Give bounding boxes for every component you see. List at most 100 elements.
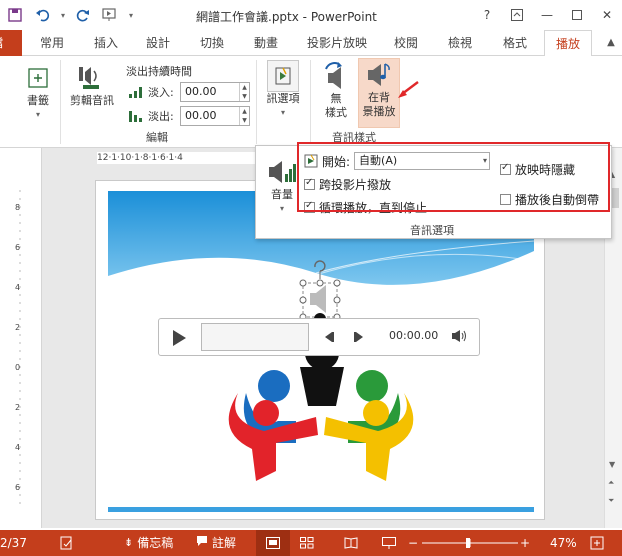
fade-out-input[interactable]: 00.00 ▲ ▼	[180, 106, 250, 126]
tab-animations[interactable]: 動畫	[244, 30, 288, 56]
maximize-icon[interactable]	[562, 0, 592, 30]
group-separator	[310, 60, 311, 144]
play-in-background-icon	[363, 59, 395, 91]
horizontal-ruler: 12·1·10·1·8·1·6·1·4	[97, 152, 267, 164]
volume-dropdown-icon: ▾	[279, 204, 284, 213]
fit-to-window-icon[interactable]	[590, 530, 604, 556]
quick-access-toolbar: ▾ ▾	[2, 4, 136, 26]
people-logo	[228, 336, 414, 481]
spellcheck-icon[interactable]	[60, 530, 74, 556]
step-back-icon[interactable]	[323, 331, 335, 346]
fade-out-row: 淡出:	[128, 108, 174, 124]
slide-counter: 2/37	[0, 530, 27, 556]
status-bar: 2/37 ⇟ 備忘稿 註解 − + 47%	[0, 530, 622, 556]
fade-out-value: 00.00	[185, 109, 217, 122]
fade-out-spinner-icon[interactable]: ▲ ▼	[239, 107, 249, 125]
volume-large-icon	[266, 156, 298, 188]
comments-button[interactable]: 註解	[196, 530, 236, 556]
tab-design[interactable]: 設計	[136, 30, 180, 56]
svg-text:2: 2	[15, 403, 20, 412]
customize-qat-icon[interactable]: ▾	[126, 4, 136, 26]
comments-icon	[196, 530, 208, 556]
svg-text:4: 4	[15, 443, 20, 452]
edit-group-label: 編輯	[146, 131, 168, 144]
resize-handle[interactable]	[316, 279, 324, 287]
title-bar: ▾ ▾ 網譜工作會議.pptx - PowerPoint ? — ✕	[0, 0, 622, 30]
tab-playback[interactable]: 播放	[544, 30, 592, 57]
tab-transitions[interactable]: 切換	[190, 30, 234, 56]
zoom-out-icon[interactable]: −	[408, 530, 418, 556]
svg-text:8: 8	[15, 203, 20, 212]
normal-view-icon[interactable]	[256, 530, 290, 556]
fade-in-label: 淡入:	[148, 86, 174, 99]
scroll-down-icon[interactable]: ▼	[609, 460, 615, 469]
audio-options-button[interactable]: 訊選項 ▾	[258, 60, 308, 120]
resize-handle[interactable]	[299, 279, 307, 287]
play-in-background-label-line1: 在背	[368, 91, 390, 104]
collapse-ribbon-icon[interactable]: ▲	[602, 30, 620, 56]
ribbon: 書籤 ▾ 剪輯音訊 淡出持續時間 淡入: 00.00 ▲ ▼ 淡出: 00.00 …	[0, 56, 622, 148]
reading-view-icon[interactable]	[344, 530, 358, 556]
svg-text:4: 4	[15, 283, 20, 292]
fade-in-icon	[129, 87, 142, 98]
audio-player-bar[interactable]: 00:00.00	[158, 318, 480, 356]
notes-label: 備忘稿	[137, 536, 174, 550]
no-style-icon	[320, 60, 352, 92]
notes-icon: ⇟	[124, 536, 134, 549]
save-icon[interactable]	[2, 4, 28, 26]
zoom-in-icon[interactable]: +	[520, 530, 530, 556]
ribbon-display-icon[interactable]	[502, 0, 532, 30]
prev-slide-icon[interactable]: ⏶	[608, 478, 614, 488]
fade-in-value: 00.00	[185, 85, 217, 98]
audio-options-icon	[267, 60, 299, 92]
slideshow-view-icon[interactable]	[382, 530, 396, 556]
fade-in-spinner-icon[interactable]: ▲ ▼	[239, 83, 249, 101]
bookmark-button[interactable]: 書籤 ▾	[20, 62, 56, 122]
trim-audio-label: 剪輯音訊	[70, 94, 114, 107]
step-forward-icon[interactable]	[353, 331, 365, 346]
slide-sorter-icon[interactable]	[300, 530, 314, 556]
no-style-label-line2: 樣式	[325, 106, 347, 119]
next-slide-icon[interactable]: ⏷	[608, 496, 614, 506]
no-style-button[interactable]: 無 樣式	[316, 60, 356, 120]
resize-handle[interactable]	[299, 296, 307, 304]
play-in-background-label-line2: 景播放	[362, 105, 396, 118]
fade-in-row: 淡入:	[128, 84, 174, 100]
minimize-icon[interactable]: —	[532, 0, 562, 30]
trim-audio-button[interactable]: 剪輯音訊	[64, 62, 120, 108]
resize-handle[interactable]	[333, 279, 341, 287]
progress-track[interactable]	[201, 323, 309, 351]
play-in-background-button[interactable]: 在背 景播放	[358, 58, 400, 128]
group-separator	[256, 60, 257, 144]
tab-home[interactable]: 常用	[30, 30, 74, 56]
tab-file[interactable]: 檔案	[0, 30, 22, 56]
close-icon[interactable]: ✕	[592, 0, 622, 30]
comments-label: 註解	[212, 536, 237, 550]
highlight-box	[297, 142, 610, 212]
resize-handle[interactable]	[333, 296, 341, 304]
play-icon[interactable]	[171, 329, 187, 350]
volume-icon[interactable]	[451, 329, 467, 346]
help-button[interactable]: ?	[472, 0, 502, 30]
fade-duration-title: 淡出持續時間	[126, 65, 192, 78]
tab-insert[interactable]: 插入	[84, 30, 128, 56]
zoom-level[interactable]: 47%	[550, 530, 577, 556]
tab-slideshow[interactable]: 投影片放映	[300, 30, 374, 56]
svg-text:2: 2	[15, 323, 20, 332]
fade-in-input[interactable]: 00.00 ▲ ▼	[180, 82, 250, 102]
fade-out-label: 淡出:	[148, 110, 174, 123]
zoom-slider[interactable]	[422, 530, 518, 556]
tab-format[interactable]: 格式	[492, 30, 538, 56]
slideshow-icon[interactable]	[98, 4, 124, 26]
undo-icon[interactable]	[30, 4, 56, 26]
undo-dropdown-icon[interactable]: ▾	[58, 4, 68, 26]
vertical-ruler: 8 6 4 2 0 2 4 6	[14, 190, 26, 510]
player-time: 00:00.00	[389, 329, 439, 342]
redo-icon[interactable]	[70, 4, 96, 26]
notes-button[interactable]: ⇟ 備忘稿	[124, 530, 173, 556]
tab-review[interactable]: 校閱	[384, 30, 428, 56]
svg-text:0: 0	[15, 363, 20, 372]
bookmark-icon	[22, 62, 54, 94]
tab-view[interactable]: 檢視	[438, 30, 482, 56]
no-style-label-line1: 無	[330, 92, 342, 105]
